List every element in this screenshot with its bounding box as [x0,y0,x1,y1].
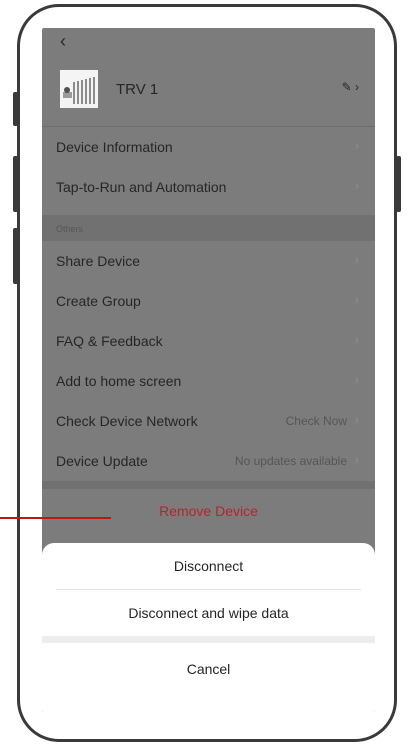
row-label: Add to home screen [56,373,182,389]
device-thumbnail [60,70,98,108]
chevron-right-icon: › [354,138,359,153]
cancel-button[interactable]: Cancel [42,643,375,695]
phone-side-button [396,156,401,212]
chevron-right-icon: › [354,372,359,387]
chevron-right-icon: › [354,252,359,267]
phone-side-button [13,228,18,284]
row-value: No updates available [234,454,347,468]
menu-row-tap-to-run[interactable]: Tap-to-Run and Automation › [42,167,375,207]
remove-device-button[interactable]: Remove Device [42,489,375,533]
chevron-right-icon: › [354,332,359,347]
row-label: Device Information [56,139,173,155]
chevron-right-icon: › [354,178,359,193]
row-label: Tap-to-Run and Automation [56,179,227,195]
pencil-icon[interactable]: ✎ › [342,80,359,94]
menu-row-device-update[interactable]: Device Update No updates available › [42,441,375,481]
menu-row-device-information[interactable]: Device Information › [42,127,375,167]
row-label: Share Device [56,253,141,269]
chevron-right-icon: › [354,292,359,307]
top-bar: ‹ [42,28,375,54]
app-screen: ‹ TRV 1 ✎ › Device Information › Tap-to-… [42,28,375,712]
menu-row-create-group[interactable]: Create Group › [42,281,375,321]
menu-row-share-device[interactable]: Share Device › [42,241,375,281]
action-sheet: Disconnect Disconnect and wipe data Canc… [42,543,375,712]
chevron-left-icon[interactable]: ‹ [60,32,66,50]
row-label: Create Group [56,293,141,309]
chevron-right-icon: › [354,412,359,427]
device-header[interactable]: TRV 1 ✎ › [42,54,375,127]
row-value: Check Now [285,414,347,428]
row-label: FAQ & Feedback [56,333,163,349]
device-name: TRV 1 [116,81,159,98]
section-gap [42,481,375,489]
remove-device-label: Remove Device [159,503,258,519]
sheet-gap [42,636,375,643]
row-label: Device Update [56,453,148,469]
menu-row-check-network[interactable]: Check Device Network Check Now › [42,401,375,441]
row-label: Check Device Network [56,413,198,429]
radiator-valve-icon [60,70,98,108]
callout-line [0,517,111,519]
chevron-right-icon: › [354,452,359,467]
phone-side-button [13,92,18,126]
phone-side-button [13,156,18,212]
disconnect-wipe-button[interactable]: Disconnect and wipe data [42,590,375,636]
menu-row-add-to-home[interactable]: Add to home screen › [42,361,375,401]
menu-row-faq-feedback[interactable]: FAQ & Feedback › [42,321,375,361]
section-header-others: Others [42,215,375,241]
section-title: Others [56,224,84,234]
disconnect-button[interactable]: Disconnect [42,543,375,589]
